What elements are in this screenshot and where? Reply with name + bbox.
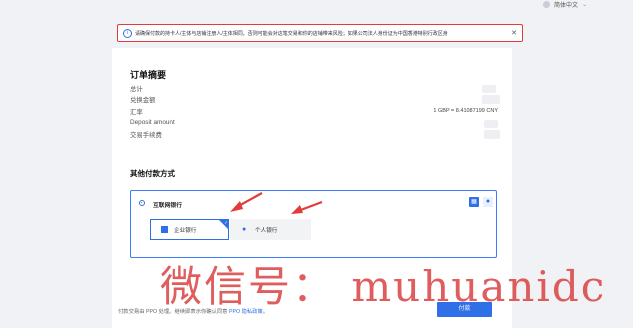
chevron-down-icon: ⌄ — [581, 2, 587, 8]
payment-method-internet-banking[interactable]: 互联网银行 ▦ ● 企业银行 ● 个人银行 — [130, 190, 497, 258]
payment-method-label: 互联网银行 — [153, 202, 182, 209]
summary-row-exchange-amount: 兑换金额 — [130, 97, 156, 104]
option-label: 企业银行 — [174, 227, 197, 234]
close-icon[interactable]: ✕ — [511, 29, 517, 37]
language-switcher[interactable]: 简体中文 ⌄ — [542, 0, 587, 9]
other-payment-title: 其他付款方式 — [130, 169, 175, 178]
redacted-value — [484, 120, 498, 128]
summary-row-rate: 汇率 — [130, 109, 143, 116]
option-corporate-bank[interactable]: 企业银行 — [150, 219, 229, 240]
info-icon: i — [123, 28, 132, 38]
user-icon: ● — [483, 197, 493, 207]
redacted-value — [482, 85, 496, 93]
summary-row-total: 总计 — [130, 86, 143, 93]
radio-selected[interactable] — [139, 200, 145, 206]
watermark: 微信号： muhuanidc — [160, 262, 607, 311]
option-label: 个人银行 — [255, 227, 278, 234]
summary-title: 订单摘要 — [130, 70, 167, 80]
user-icon: ● — [242, 226, 247, 233]
corporate-bank-icon — [161, 226, 168, 233]
corporate-bank-icon: ▦ — [469, 197, 479, 207]
redacted-value — [484, 130, 500, 139]
top-bar: 简体中文 ⌄ — [0, 0, 633, 14]
summary-row-deposit: Deposit amount — [130, 119, 175, 126]
warning-banner: i 请确保付款的持卡人/主体与店铺注册人/主体相同。否则可能会对这笔交易和你的店… — [117, 24, 523, 42]
globe-icon — [542, 1, 550, 8]
option-personal-bank[interactable]: ● 个人银行 — [230, 219, 311, 240]
summary-row-fee: 交易手续费 — [130, 132, 162, 139]
selected-check-icon — [219, 220, 228, 229]
warning-text: 请确保付款的持卡人/主体与店铺注册人/主体相同。否则可能会对这笔交易和你的店铺带… — [135, 30, 448, 37]
redacted-value — [482, 95, 500, 104]
exchange-rate-value: 1 GBP = 8.41087199 CNY — [433, 108, 498, 114]
language-label: 简体中文 — [553, 3, 578, 9]
